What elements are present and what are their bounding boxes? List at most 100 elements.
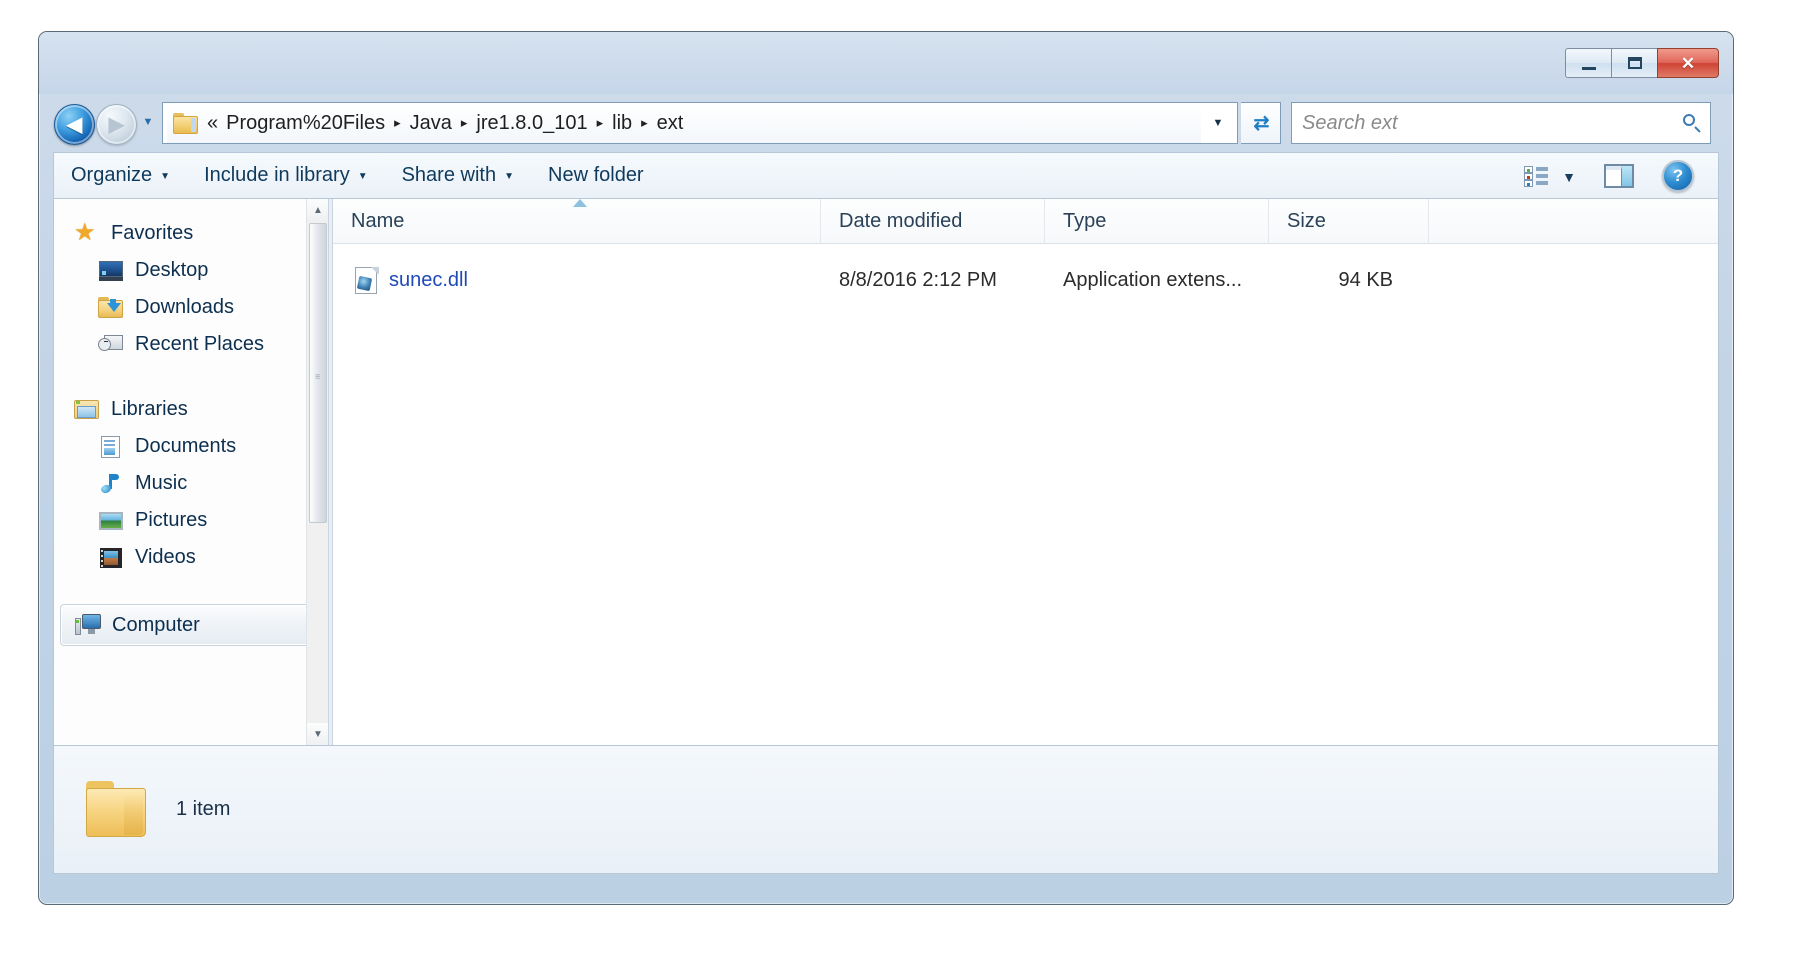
- sidebar-item-downloads[interactable]: Downloads: [54, 289, 328, 326]
- sidebar-item-libraries[interactable]: Libraries: [54, 391, 328, 428]
- item-count-label: 1 item: [176, 798, 231, 820]
- file-rows: sunec.dll 8/8/2016 2:12 PM Application e…: [333, 258, 1718, 302]
- organize-label: Organize: [71, 164, 153, 186]
- chevron-up-icon: ▲: [313, 204, 323, 216]
- close-icon: ✕: [1680, 53, 1696, 73]
- back-button[interactable]: ◀: [54, 104, 95, 145]
- new-folder-button[interactable]: New folder: [531, 153, 661, 198]
- list-view-icon: [1524, 165, 1549, 187]
- help-button[interactable]: ?: [1652, 153, 1704, 198]
- sidebar-item-label: Pictures: [135, 509, 208, 531]
- videos-icon: [98, 546, 124, 570]
- column-header-label: Name: [351, 209, 405, 232]
- breadcrumb-item-ext[interactable]: ext: [652, 110, 689, 137]
- downloads-folder-icon: [98, 296, 124, 320]
- column-header-label: Date modified: [839, 209, 963, 232]
- sidebar-item-music[interactable]: Music: [54, 465, 328, 502]
- back-arrow-icon: ◀: [66, 113, 83, 136]
- sidebar-item-label: Computer: [112, 613, 200, 636]
- column-header-name[interactable]: Name: [333, 199, 821, 243]
- chevron-right-icon[interactable]: ▸: [637, 115, 652, 131]
- star-icon: ★: [74, 218, 96, 246]
- sidebar-item-label: Recent Places: [135, 333, 264, 355]
- navigation-tree: ★ Favorites Desktop Downloads Recent Pla…: [54, 199, 328, 646]
- search-icon[interactable]: [1682, 113, 1702, 133]
- recent-places-icon: [98, 333, 124, 357]
- include-in-library-menu-button[interactable]: Include in library ▼: [187, 153, 385, 198]
- sidebar-item-label: Music: [135, 472, 188, 494]
- chevron-right-icon[interactable]: ▸: [593, 115, 608, 131]
- sidebar-item-videos[interactable]: Videos: [54, 539, 328, 576]
- breadcrumb-item-lib[interactable]: lib: [607, 110, 637, 137]
- folder-icon: [84, 780, 150, 839]
- share-with-menu-button[interactable]: Share with ▼: [385, 153, 531, 198]
- scrollbar-thumb[interactable]: ≡: [309, 223, 327, 523]
- chevron-down-icon: ▼: [504, 171, 514, 182]
- chevron-down-icon: ▼: [160, 171, 171, 182]
- command-bar-right-group: ▼ ?: [1514, 153, 1718, 198]
- refresh-button[interactable]: ⇄: [1241, 102, 1281, 144]
- sidebar-item-desktop[interactable]: Desktop: [54, 252, 328, 289]
- sort-ascending-icon: [573, 199, 587, 207]
- table-row[interactable]: sunec.dll 8/8/2016 2:12 PM Application e…: [333, 258, 1718, 302]
- change-view-button[interactable]: ▼: [1514, 153, 1586, 198]
- forward-arrow-icon: ▶: [108, 113, 125, 136]
- search-box[interactable]: [1291, 102, 1711, 144]
- share-with-label: Share with: [401, 164, 497, 186]
- sidebar-item-computer[interactable]: Computer: [60, 604, 318, 646]
- navigation-scrollbar[interactable]: ▲ ≡ ▼: [306, 199, 328, 745]
- breadcrumb[interactable]: « Program%20Files ▸ Java ▸ jre1.8.0_101 …: [167, 103, 1201, 143]
- recent-pages-dropdown-button[interactable]: ▼: [140, 116, 156, 130]
- sidebar-item-recent-places[interactable]: Recent Places: [54, 326, 328, 363]
- column-header-date-modified[interactable]: Date modified: [821, 199, 1045, 243]
- title-bar: ✕: [39, 32, 1733, 94]
- details-pane: 1 item: [53, 746, 1719, 874]
- column-headers: Name Date modified Type Size: [333, 199, 1718, 244]
- column-header-label: Type: [1063, 209, 1107, 232]
- preview-pane-icon: [1604, 163, 1634, 188]
- breadcrumb-item-java[interactable]: Java: [405, 110, 457, 137]
- column-header-size[interactable]: Size: [1269, 199, 1429, 243]
- preview-pane-button[interactable]: [1592, 153, 1646, 198]
- breadcrumb-item-jre[interactable]: jre1.8.0_101: [471, 110, 592, 137]
- forward-button[interactable]: ▶: [96, 104, 137, 145]
- chevron-right-icon[interactable]: ▸: [457, 115, 472, 131]
- chevron-down-icon: ▼: [142, 116, 154, 128]
- column-header-spacer: [1429, 199, 1718, 243]
- help-icon: ?: [1662, 159, 1694, 192]
- libraries-icon: [74, 398, 100, 422]
- details-text: 1 item: [176, 798, 230, 821]
- sidebar-item-label: Libraries: [111, 398, 188, 420]
- sidebar-item-favorites[interactable]: ★ Favorites: [54, 215, 328, 252]
- address-bar[interactable]: « Program%20Files ▸ Java ▸ jre1.8.0_101 …: [162, 102, 1238, 144]
- maximize-button[interactable]: [1611, 48, 1658, 78]
- file-name-label: sunec.dll: [389, 268, 468, 291]
- sidebar-item-label: Downloads: [135, 296, 234, 318]
- column-header-type[interactable]: Type: [1045, 199, 1269, 243]
- dll-file-icon: [355, 266, 379, 294]
- scroll-up-button[interactable]: ▲: [307, 199, 328, 221]
- sidebar-item-documents[interactable]: Documents: [54, 428, 328, 465]
- file-list-pane[interactable]: Name Date modified Type Size sunec.dll 8…: [333, 199, 1718, 745]
- explorer-window: ✕ ◀ ▶ ▼ « Program%20Files ▸ Java ▸ jre1.…: [38, 31, 1734, 905]
- breadcrumb-overflow-button[interactable]: «: [205, 110, 221, 137]
- close-button[interactable]: ✕: [1657, 48, 1719, 78]
- sidebar-item-pictures[interactable]: Pictures: [54, 502, 328, 539]
- address-history-dropdown-button[interactable]: ▼: [1201, 103, 1235, 143]
- minimize-button[interactable]: [1565, 48, 1612, 78]
- window-controls: ✕: [1565, 48, 1719, 78]
- chevron-right-icon[interactable]: ▸: [390, 115, 405, 131]
- chevron-down-icon: ▼: [1562, 168, 1576, 185]
- maximize-icon: [1627, 57, 1642, 69]
- chevron-down-icon: ▼: [313, 728, 323, 740]
- column-header-label: Size: [1287, 209, 1326, 232]
- sidebar-item-label: Desktop: [135, 259, 209, 281]
- organize-menu-button[interactable]: Organize ▼: [54, 153, 187, 198]
- content-area: ★ Favorites Desktop Downloads Recent Pla…: [53, 198, 1719, 746]
- folder-icon: [173, 112, 198, 134]
- search-input[interactable]: [1300, 110, 1678, 136]
- file-name-cell[interactable]: sunec.dll: [333, 266, 821, 294]
- scroll-down-button[interactable]: ▼: [307, 723, 328, 745]
- breadcrumb-item-program-files[interactable]: Program%20Files: [221, 110, 390, 137]
